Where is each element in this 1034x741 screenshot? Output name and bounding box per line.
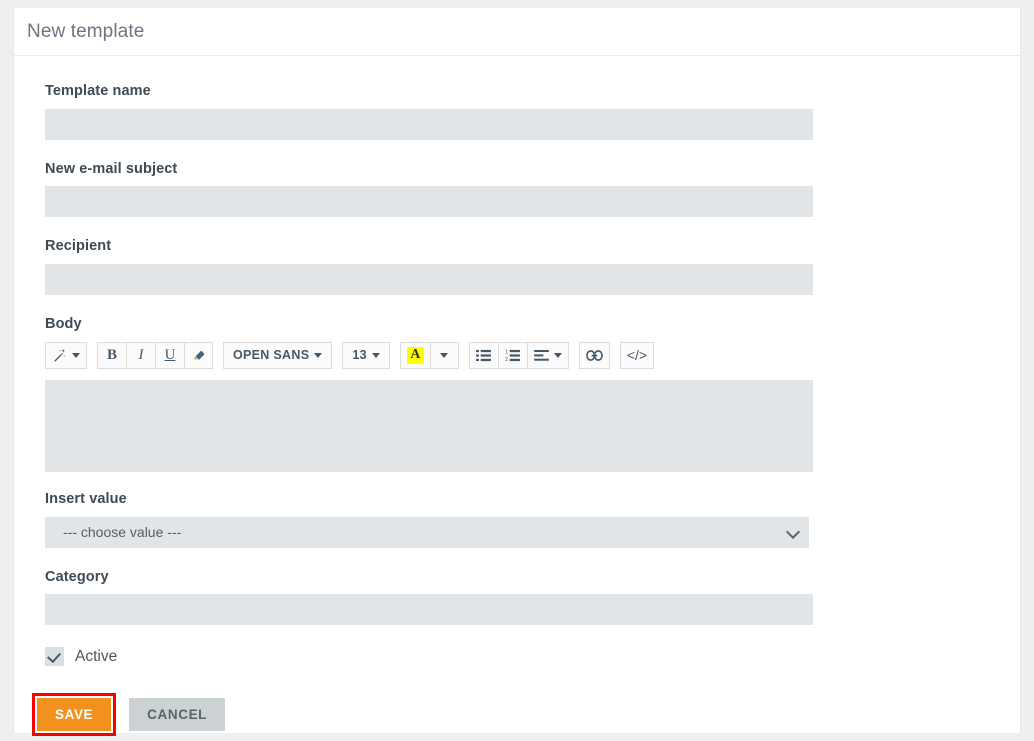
email-subject-input[interactable] [45, 186, 813, 217]
bold-button[interactable]: B [97, 341, 126, 369]
font-family-value: OPEN SANS [233, 348, 310, 362]
highlight-letter: A [406, 346, 424, 364]
active-checkbox-label: Active [75, 647, 118, 665]
template-name-input[interactable] [45, 108, 813, 140]
toolbar-group-format: B I U [97, 341, 213, 369]
active-checkbox[interactable] [45, 647, 64, 666]
chevron-down-icon [553, 352, 562, 358]
eraser-icon[interactable] [184, 341, 213, 369]
category-input[interactable] [45, 594, 813, 625]
field-body: Body B I U OPEN SANS 13 A 1 2 </> [45, 315, 1020, 472]
bullet-list-icon[interactable] [468, 341, 498, 369]
text-highlight-color-dropdown[interactable] [429, 341, 459, 369]
italic-button[interactable]: I [126, 341, 155, 369]
recipient-input[interactable] [45, 263, 813, 295]
chevron-down-icon [314, 352, 323, 358]
text-highlight-button[interactable]: A [399, 341, 430, 369]
toolbar-group-size: 13 [342, 341, 390, 369]
chevron-down-icon [72, 352, 80, 358]
field-insert-value: Insert value --- choose value --- [45, 492, 1020, 548]
page-title: New template [27, 20, 145, 42]
insert-value-select[interactable]: --- choose value --- [45, 516, 809, 548]
editor-toolbar: B I U OPEN SANS 13 A 1 2 </> [45, 341, 1020, 369]
field-category: Category [45, 568, 1020, 625]
font-size-dropdown[interactable]: 13 [342, 341, 390, 369]
underline-button[interactable]: U [155, 341, 184, 369]
font-family-dropdown[interactable]: OPEN SANS [223, 341, 333, 369]
card-header: New template [14, 8, 1020, 56]
numbered-list-icon[interactable]: 1 2 [497, 341, 527, 369]
email-subject-label: New e-mail subject [45, 160, 178, 177]
card-body: Template name New e-mail subject Recipie… [14, 56, 1020, 736]
svg-text:2: 2 [505, 357, 508, 362]
body-label: Body [45, 315, 82, 332]
save-button[interactable]: SAVE [37, 698, 112, 731]
align-dropdown[interactable] [526, 341, 569, 369]
insert-value-label: Insert value [45, 491, 127, 507]
active-checkbox-row: Active [45, 647, 1020, 666]
toolbar-group-link [578, 341, 610, 369]
save-button-highlight-annotation: SAVE [32, 693, 117, 736]
source-code-icon[interactable]: </> [619, 341, 655, 369]
svg-text:1: 1 [505, 349, 508, 355]
form-actions: SAVE CANCEL [14, 693, 1020, 736]
new-template-card: New template Template name New e-mail su… [13, 8, 1021, 736]
insert-value-select-wrap: --- choose value --- [45, 516, 809, 548]
body-editor-area[interactable] [45, 380, 813, 472]
font-size-value: 13 [352, 348, 367, 362]
field-template-name: Template name [45, 84, 1020, 140]
toolbar-group-lists: 1 2 [468, 341, 569, 369]
recipient-label: Recipient [45, 238, 112, 254]
toolbar-group-highlight: A [399, 341, 459, 369]
magic-wand-icon[interactable] [45, 341, 87, 369]
cancel-button[interactable]: CANCEL [129, 698, 226, 731]
toolbar-group-font: OPEN SANS [223, 341, 333, 369]
link-icon[interactable] [578, 341, 610, 369]
field-email-subject: New e-mail subject [45, 160, 1020, 217]
chevron-down-icon [371, 352, 380, 358]
field-recipient: Recipient [45, 239, 1020, 295]
template-name-label: Template name [45, 83, 151, 99]
chevron-down-icon [440, 352, 449, 358]
toolbar-group-styles [45, 341, 87, 369]
toolbar-group-code: </> [619, 341, 655, 369]
category-label: Category [45, 568, 109, 585]
